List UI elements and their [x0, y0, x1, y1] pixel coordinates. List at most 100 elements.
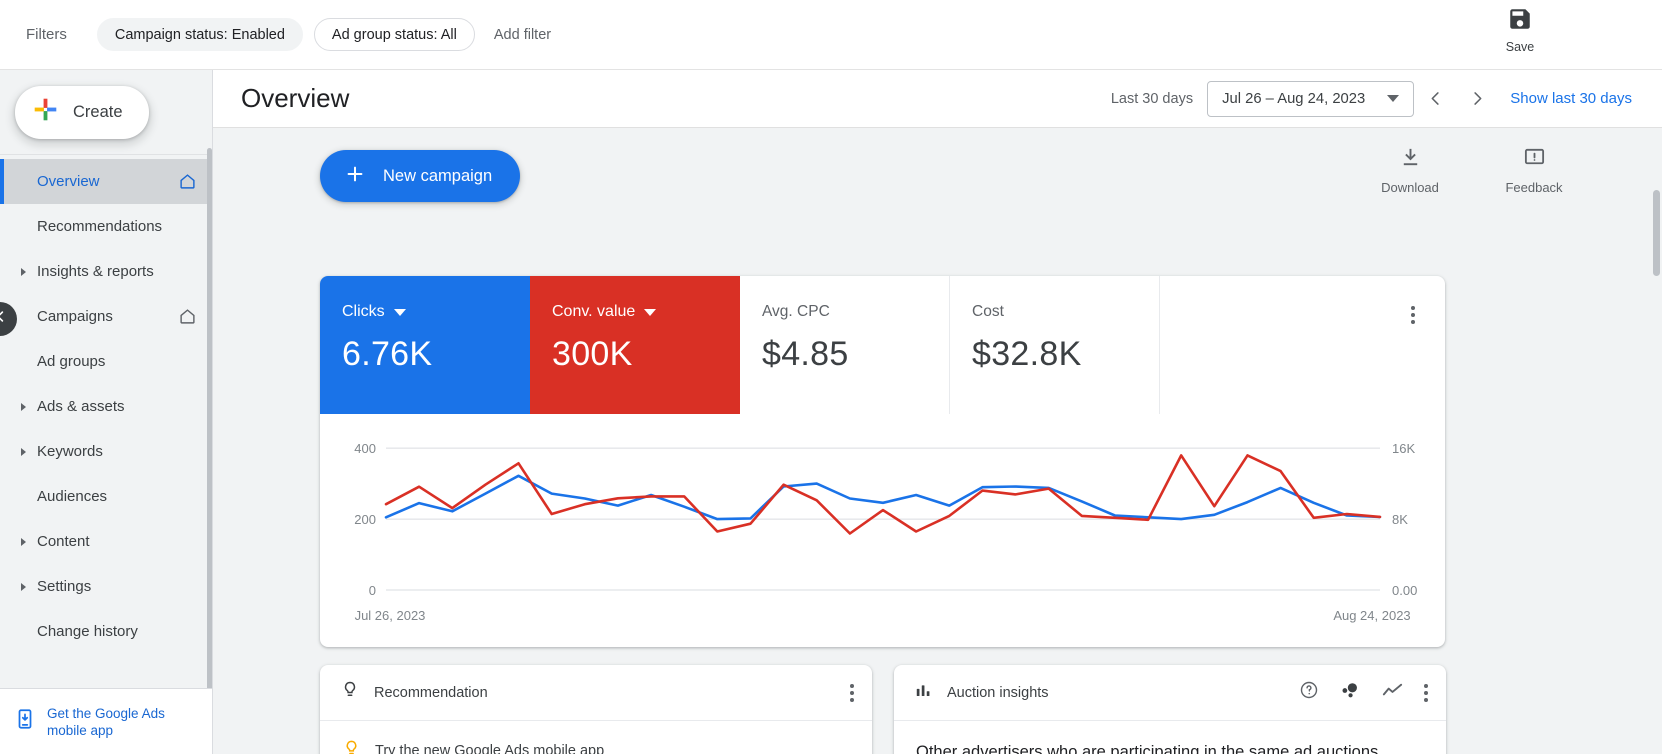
- auction-insights-card-header: Auction insights: [894, 665, 1446, 721]
- auction-insights-card-title: Auction insights: [947, 684, 1049, 701]
- sidebar-item-label: Keywords: [37, 443, 103, 460]
- help-icon[interactable]: [1299, 680, 1319, 705]
- next-period-button[interactable]: [1456, 79, 1498, 119]
- sidebar-item-change-history[interactable]: Change history: [0, 609, 212, 654]
- chevron-right-icon: [21, 267, 26, 276]
- recommendation-options-button[interactable]: [850, 683, 854, 702]
- sidebar-item-ads-assets[interactable]: Ads & assets: [0, 384, 212, 429]
- chevron-right-icon: [21, 447, 26, 456]
- metric-label: Clicks: [342, 303, 385, 320]
- filter-bar: Filters Campaign status: Enabled Ad grou…: [0, 0, 1662, 70]
- svg-text:200: 200: [354, 512, 376, 527]
- last-30-days-label: Last 30 days: [1110, 90, 1194, 107]
- sidebar-item-label: Settings: [37, 578, 92, 595]
- chevron-left-icon: [0, 309, 8, 329]
- metric-label-row: Conv. value: [552, 303, 740, 321]
- metric-card-clicks[interactable]: Clicks 6.76K: [320, 276, 530, 414]
- filter-chip-label: Ad group status: All: [331, 26, 457, 43]
- performance-card: Clicks 6.76K Conv. value 300K Avg. CPC $…: [320, 276, 1445, 647]
- metric-value: 300K: [552, 335, 633, 373]
- recommendation-card-title: Recommendation: [374, 684, 488, 701]
- metric-card-avg-cpc[interactable]: Avg. CPC $4.85: [740, 276, 950, 414]
- metric-row-filler: [1160, 276, 1445, 414]
- lightbulb-icon: [342, 739, 361, 754]
- mobile-phone-icon: [14, 708, 36, 735]
- page-title: Overview: [241, 83, 350, 113]
- chart-options-button[interactable]: [1411, 306, 1415, 324]
- save-icon: [1507, 6, 1533, 37]
- metric-label-row: Clicks: [342, 303, 530, 321]
- home-icon: [179, 173, 196, 190]
- sidebar-item-audiences[interactable]: Audiences: [0, 474, 212, 519]
- metric-value: $4.85: [762, 335, 849, 373]
- create-button-label: Create: [73, 102, 123, 121]
- chevron-down-icon: [1387, 95, 1400, 102]
- show-last-30-days-link[interactable]: Show last 30 days: [1510, 90, 1632, 107]
- sidebar-item-ad-groups[interactable]: Ad groups: [0, 339, 212, 384]
- action-row: New campaign Download Feedback: [213, 128, 1662, 218]
- sidebar-item-campaigns[interactable]: Campaigns: [0, 294, 212, 339]
- previous-period-button[interactable]: [1414, 79, 1456, 119]
- svg-text:0.00: 0.00: [1392, 583, 1417, 598]
- mobile-app-label: Get the Google Ads mobile app: [47, 705, 165, 738]
- sidebar-item-overview[interactable]: Overview: [0, 159, 212, 204]
- create-section: Create: [0, 70, 212, 155]
- auction-insights-options-button[interactable]: [1424, 683, 1428, 702]
- feedback-icon: [1523, 146, 1546, 174]
- recommendation-item[interactable]: Try the new Google Ads mobile app: [320, 721, 872, 754]
- chevron-down-icon[interactable]: [644, 308, 657, 316]
- chart-svg: 0 0.00 200 8K 400 16K Jul 26, 2023 Aug 24, 2023: [354, 441, 1417, 623]
- sidebar-item-settings[interactable]: Settings: [0, 564, 212, 609]
- filter-chip-ad-group-status[interactable]: Ad group status: All: [313, 18, 475, 51]
- metric-label: Avg. CPC: [762, 303, 830, 320]
- recommendation-card-actions: [850, 683, 854, 702]
- sidebar-item-label: Recommendations: [37, 218, 163, 235]
- performance-chart: 0 0.00 200 8K 400 16K Jul 26, 2023 Aug 24, 2023: [320, 414, 1445, 647]
- google-plus-icon: [32, 96, 59, 128]
- filter-chip-campaign-status[interactable]: Campaign status: Enabled: [96, 18, 303, 51]
- new-campaign-label: New campaign: [383, 166, 493, 185]
- metric-card-conv-value[interactable]: Conv. value 300K: [530, 276, 740, 414]
- sidebar-item-keywords[interactable]: Keywords: [0, 429, 212, 474]
- chevron-right-icon: [21, 402, 26, 411]
- feedback-label: Feedback: [1505, 180, 1563, 195]
- sidebar-item-content[interactable]: Content: [0, 519, 212, 564]
- auction-insights-card: Auction insights Other advertisers who a…: [894, 665, 1446, 754]
- sidebar-item-label: Ad groups: [37, 353, 106, 370]
- date-range-picker[interactable]: Jul 26 – Aug 24, 2023: [1207, 80, 1415, 117]
- sidebar-scrollbar[interactable]: [207, 148, 212, 708]
- date-range-value: Jul 26 – Aug 24, 2023: [1222, 90, 1366, 107]
- chevron-down-icon[interactable]: [393, 308, 406, 316]
- svg-text:16K: 16K: [1392, 441, 1415, 456]
- new-campaign-button[interactable]: New campaign: [320, 150, 521, 202]
- page-header: Overview Last 30 days Jul 26 – Aug 24, 2…: [213, 70, 1662, 128]
- metric-label: Cost: [972, 303, 1004, 320]
- sidebar-item-label: Change history: [37, 623, 138, 640]
- recommendation-card: Recommendation Try the new Google Ads mo…: [320, 665, 872, 754]
- recommendation-card-header: Recommendation: [320, 665, 872, 721]
- sidebar-item-recommendations[interactable]: Recommendations: [0, 204, 212, 249]
- svg-text:Jul 26, 2023: Jul 26, 2023: [355, 608, 426, 623]
- download-label: Download: [1381, 180, 1439, 195]
- bottom-cards-row: Recommendation Try the new Google Ads mo…: [320, 665, 1446, 754]
- save-button[interactable]: Save: [1490, 6, 1550, 54]
- plus-icon: [344, 163, 366, 190]
- bubble-chart-icon[interactable]: [1339, 679, 1361, 706]
- chevron-right-icon: [21, 537, 26, 546]
- add-filter-button[interactable]: Add filter: [486, 27, 559, 43]
- metric-card-cost[interactable]: Cost $32.8K: [950, 276, 1160, 414]
- create-button[interactable]: Create: [15, 85, 149, 139]
- download-button[interactable]: Download: [1374, 146, 1446, 195]
- sidebar-item-label: Audiences: [37, 488, 108, 505]
- metric-value: $32.8K: [972, 335, 1082, 373]
- feedback-button[interactable]: Feedback: [1498, 146, 1570, 195]
- svg-text:400: 400: [354, 441, 376, 456]
- chevron-right-icon: [21, 582, 26, 591]
- sidebar-item-insights-reports[interactable]: Insights & reports: [0, 249, 212, 294]
- sidebar-nav: Overview Recommendations Insights & repo…: [0, 155, 212, 654]
- sidebar-item-label: Insights & reports: [37, 263, 154, 280]
- auction-insights-body: Other advertisers who are participating …: [916, 743, 1379, 754]
- download-icon: [1399, 146, 1422, 174]
- mobile-app-promo[interactable]: Get the Google Ads mobile app: [0, 688, 212, 754]
- line-chart-icon[interactable]: [1381, 679, 1404, 707]
